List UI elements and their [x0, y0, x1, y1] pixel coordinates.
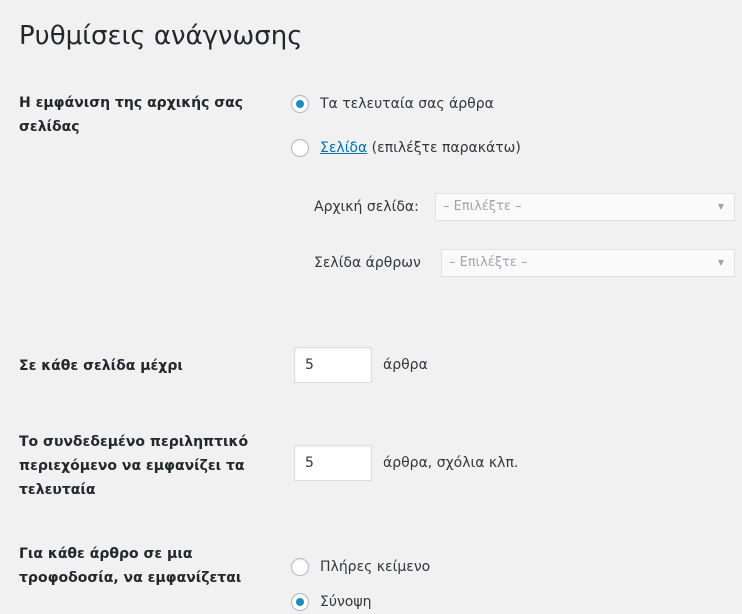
- latest-posts-text: Τα τελευταία σας άρθρα: [320, 96, 494, 112]
- homepage-select-row: Αρχική σελίδα:: [314, 192, 419, 222]
- posts-per-page-input[interactable]: [294, 347, 372, 383]
- radio-full-text[interactable]: [291, 558, 309, 576]
- static-page-link[interactable]: Σελίδα: [320, 140, 367, 156]
- page-title: Ρυθμίσεις ανάγνωσης: [19, 21, 303, 51]
- feed-items-suffix: άρθρα, σχόλια κλπ.: [383, 455, 519, 471]
- feed-full-text-option[interactable]: Πλήρες κείμενο: [291, 555, 430, 579]
- posts-page-select-row: Σελίδα άρθρων: [314, 248, 421, 278]
- homepage-select[interactable]: – Επιλέξτε – ▼: [435, 193, 735, 221]
- full-text-label: Πλήρες κείμενο: [320, 559, 431, 575]
- front-page-static-page-option[interactable]: Σελίδα (επιλέξτε παρακάτω): [291, 136, 521, 160]
- front-page-latest-posts-option[interactable]: Τα τελευταία σας άρθρα: [291, 92, 494, 116]
- radio-summary[interactable]: [291, 593, 309, 611]
- feed-summary-option[interactable]: Σύνοψη: [291, 590, 371, 614]
- posts-page-select[interactable]: – Επιλέξτε – ▼: [441, 249, 735, 277]
- posts-page-select-label: Σελίδα άρθρων: [314, 255, 421, 271]
- static-page-hint: (επιλέξτε παρακάτω): [367, 140, 521, 156]
- posts-per-page-label: Σε κάθε σελίδα μέχρι: [19, 358, 183, 374]
- homepage-select-label: Αρχική σελίδα:: [314, 199, 419, 215]
- feed-items-input[interactable]: [294, 445, 372, 481]
- radio-static-page[interactable]: [291, 139, 309, 157]
- feed-items-label: Το συνδεδεμένο περιληπτικό περιεχόμενο ν…: [19, 434, 249, 498]
- radio-latest-posts[interactable]: [291, 95, 309, 113]
- feed-content-label: Για κάθε άρθρο σε μια τροφοδοσία, να εμφ…: [19, 546, 242, 586]
- posts-page-select-value: – Επιλέξτε –: [449, 255, 528, 270]
- homepage-select-value: – Επιλέξτε –: [443, 199, 522, 214]
- chevron-down-icon: ▼: [717, 258, 724, 267]
- chevron-down-icon: ▼: [717, 202, 724, 211]
- front-page-label: Η εμφάνιση της αρχικής σας σελίδας: [19, 95, 244, 135]
- posts-per-page-suffix: άρθρα: [383, 357, 428, 373]
